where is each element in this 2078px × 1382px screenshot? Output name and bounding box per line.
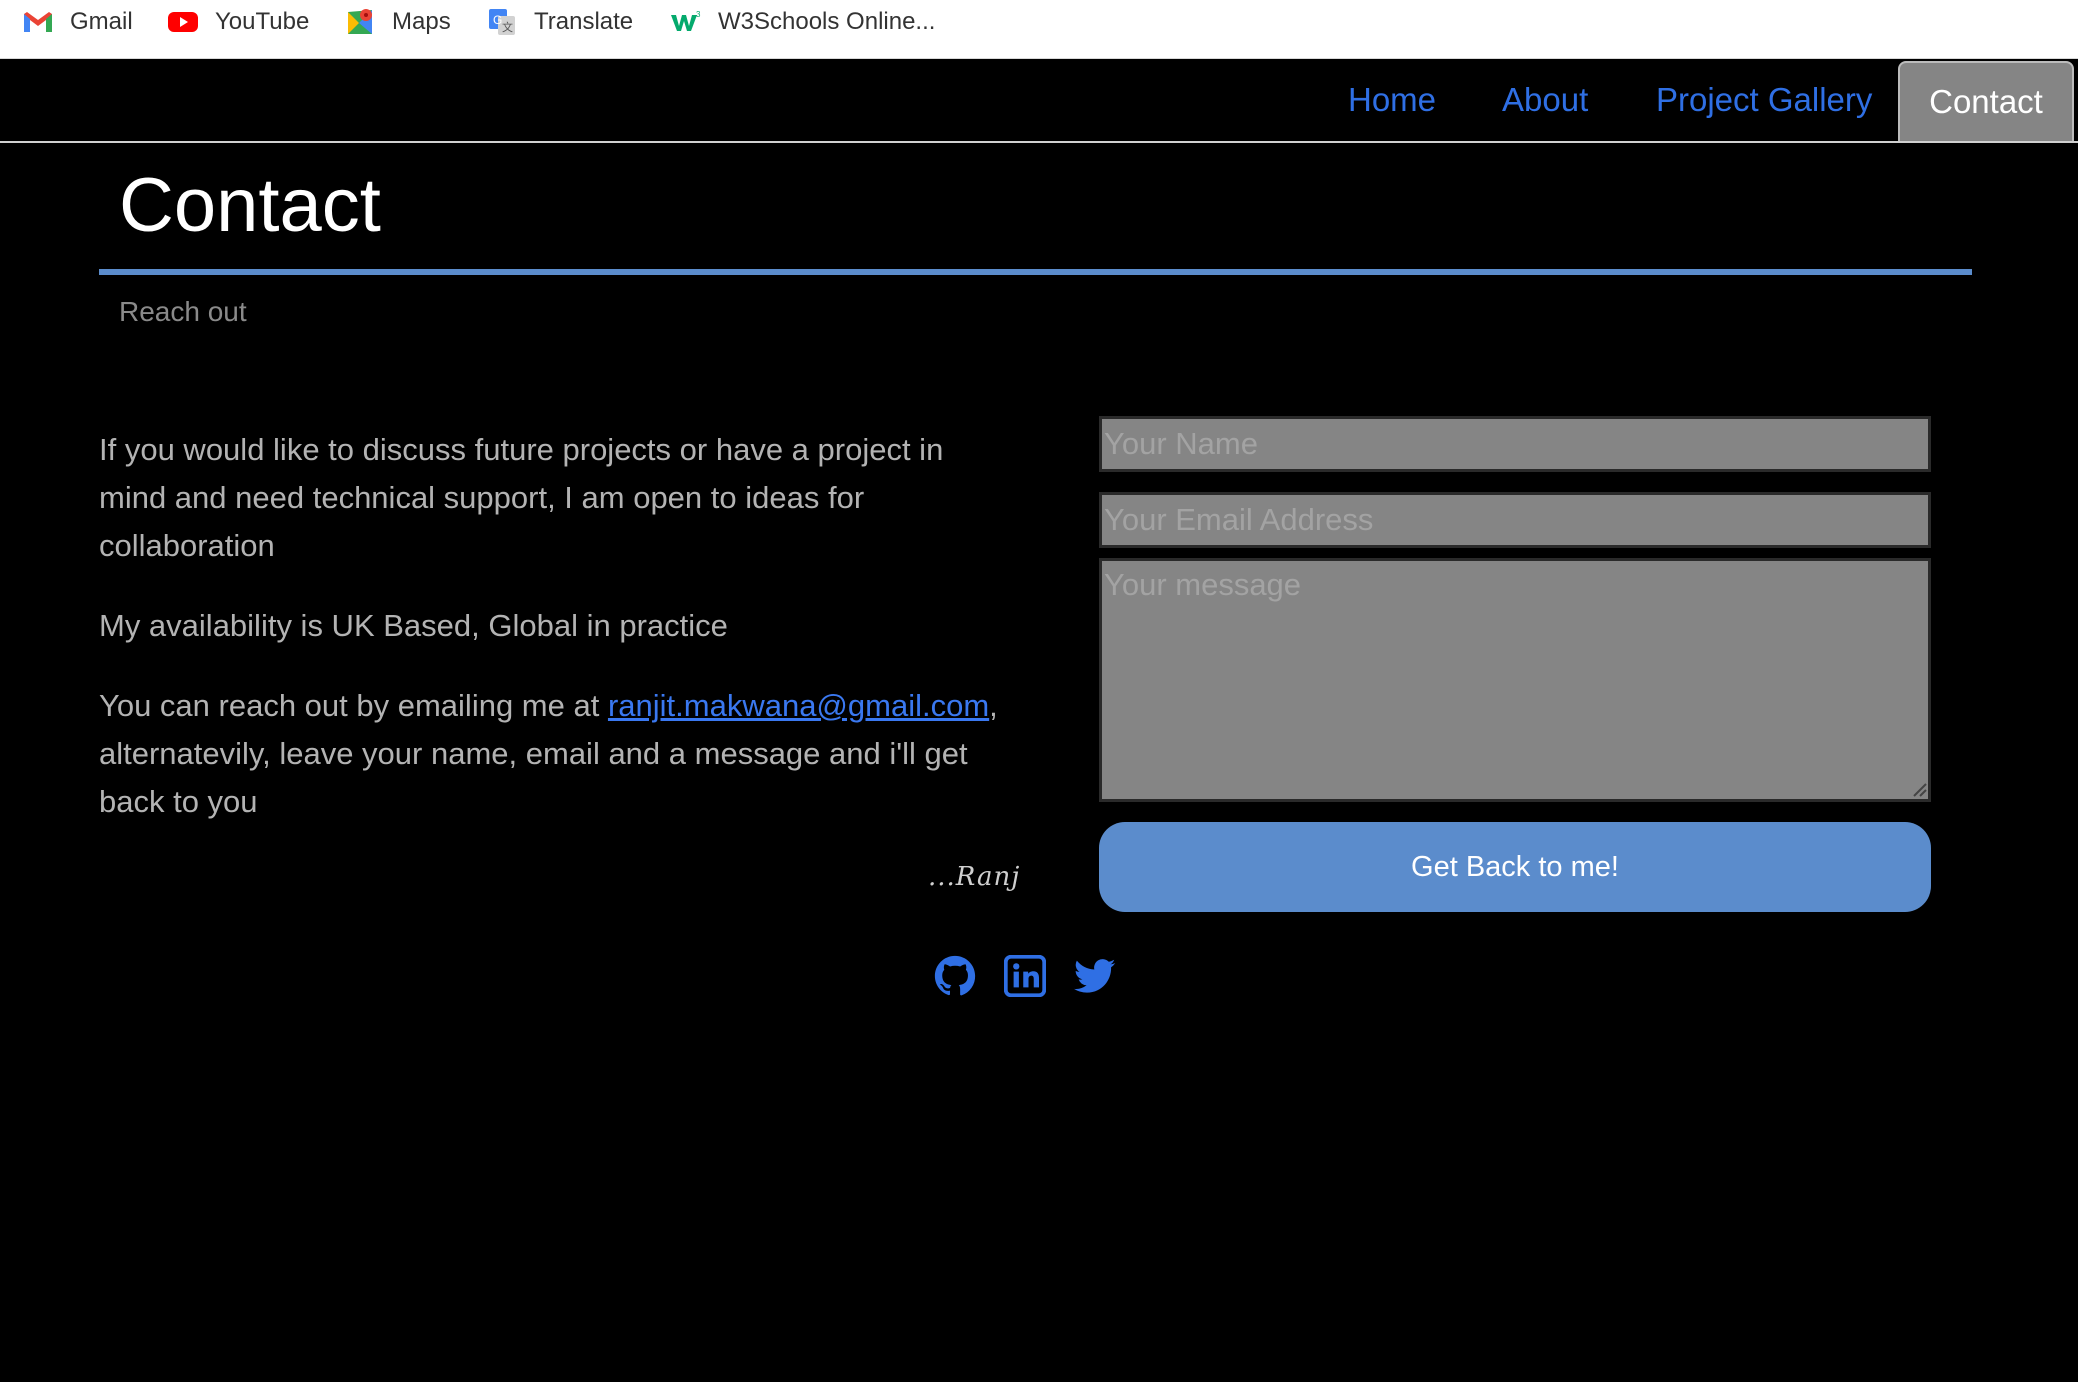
svg-text:G: G — [493, 13, 502, 27]
reach-out-paragraph: You can reach out by emailing me at ranj… — [99, 682, 1019, 826]
youtube-icon — [167, 8, 199, 36]
svg-text:文: 文 — [502, 20, 513, 34]
site-navbar: Home About Project Gallery Contact — [0, 59, 2078, 143]
nav-project-gallery[interactable]: Project Gallery — [1656, 59, 1872, 141]
submit-button[interactable]: Get Back to me! — [1099, 822, 1931, 912]
nav-home[interactable]: Home — [1348, 59, 1436, 141]
title-divider — [99, 269, 1972, 275]
svg-text:3: 3 — [696, 10, 701, 19]
bookmark-maps[interactable]: Maps — [344, 8, 451, 36]
w3schools-icon: 3 — [670, 8, 702, 36]
bookmarks-bar: Gmail YouTube Maps G 文 Translate 3 W3Sch… — [0, 0, 2078, 59]
bookmark-gmail[interactable]: Gmail — [22, 8, 133, 36]
intro-paragraph: If you would like to discuss future proj… — [99, 432, 944, 563]
availability-paragraph: My availability is UK Based, Global in p… — [99, 608, 728, 643]
email-input[interactable] — [1099, 492, 1931, 548]
message-textarea[interactable] — [1099, 558, 1931, 802]
bookmark-w3schools[interactable]: 3 W3Schools Online... — [670, 8, 935, 36]
translate-icon: G 文 — [486, 8, 518, 36]
page-subtitle: Reach out — [119, 296, 247, 327]
bookmark-label: Gmail — [70, 8, 133, 35]
linkedin-icon[interactable] — [1004, 955, 1046, 997]
gmail-icon — [22, 8, 54, 36]
reach-out-text: You can reach out by emailing me at — [99, 688, 608, 723]
bookmark-youtube[interactable]: YouTube — [167, 8, 309, 36]
bookmark-label: Translate — [534, 8, 634, 35]
bookmark-label: YouTube — [215, 8, 310, 35]
signature: ...Ranj — [928, 862, 1021, 892]
name-input[interactable] — [1099, 416, 1931, 472]
twitter-icon[interactable] — [1074, 955, 1116, 997]
github-icon[interactable] — [934, 955, 976, 997]
page-title: Contact — [119, 163, 381, 248]
bookmark-translate[interactable]: G 文 Translate — [486, 8, 633, 36]
email-link[interactable]: ranjit.makwana@gmail.com — [608, 688, 989, 723]
nav-contact[interactable]: Contact — [1898, 61, 2074, 141]
maps-icon — [344, 8, 376, 36]
bookmark-label: W3Schools Online... — [718, 8, 936, 35]
nav-about[interactable]: About — [1502, 59, 1588, 141]
bookmark-label: Maps — [392, 8, 451, 35]
